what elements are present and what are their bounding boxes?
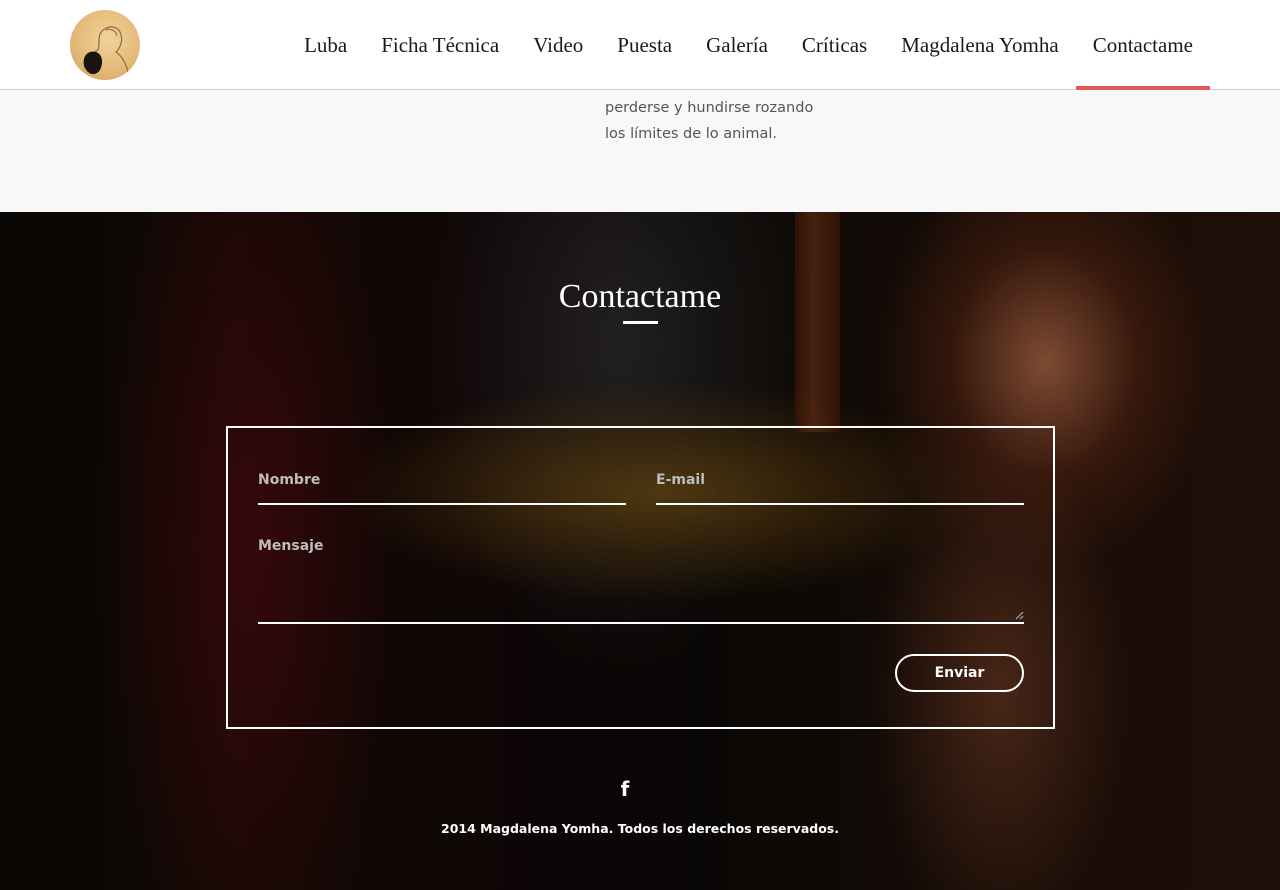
intro-section: perderse y hundirse rozando los límites … [0,90,1280,212]
resize-handle-icon[interactable] [1014,610,1024,620]
email-field[interactable]: E-mail [656,470,1024,505]
logo[interactable] [70,10,140,80]
nav-item-galeria[interactable]: Galería [689,0,785,90]
portrait-sketch-logo-icon [83,26,129,75]
main-nav: Luba Ficha Técnica Video Puesta Galería … [287,0,1211,90]
nav-item-ficha-tecnica[interactable]: Ficha Técnica [364,0,516,90]
section-title: Contactame [558,278,722,315]
contact-form: Nombre E-mail Mensaje Enviar [226,426,1055,729]
name-placeholder: Nombre [258,472,321,488]
title-underline [623,321,658,324]
intro-line: los límites de lo animal. [605,126,778,142]
nav-item-magdalena-yomha[interactable]: Magdalena Yomha [884,0,1075,90]
contact-section: Contactame Nombre E-mail Mensaje Enviar … [0,212,1280,890]
nav-item-contactame[interactable]: Contactame [1075,0,1211,90]
message-field[interactable]: Mensaje [258,538,1024,624]
message-placeholder: Mensaje [258,538,324,554]
intro-line: perderse y hundirse rozando [605,100,814,116]
nav-item-criticas[interactable]: Críticas [785,0,884,90]
copyright-text: 2014 Magdalena Yomha. Todos los derechos… [441,821,839,836]
site-header: Luba Ficha Técnica Video Puesta Galería … [0,0,1280,90]
facebook-icon[interactable]: f [617,778,633,800]
send-button[interactable]: Enviar [895,654,1024,692]
intro-text: perderse y hundirse rozando los límites … [605,95,825,147]
email-placeholder: E-mail [656,472,706,488]
name-field[interactable]: Nombre [258,470,626,505]
nav-item-video[interactable]: Video [516,0,600,90]
nav-item-puesta[interactable]: Puesta [600,0,689,90]
nav-item-luba[interactable]: Luba [287,0,364,90]
